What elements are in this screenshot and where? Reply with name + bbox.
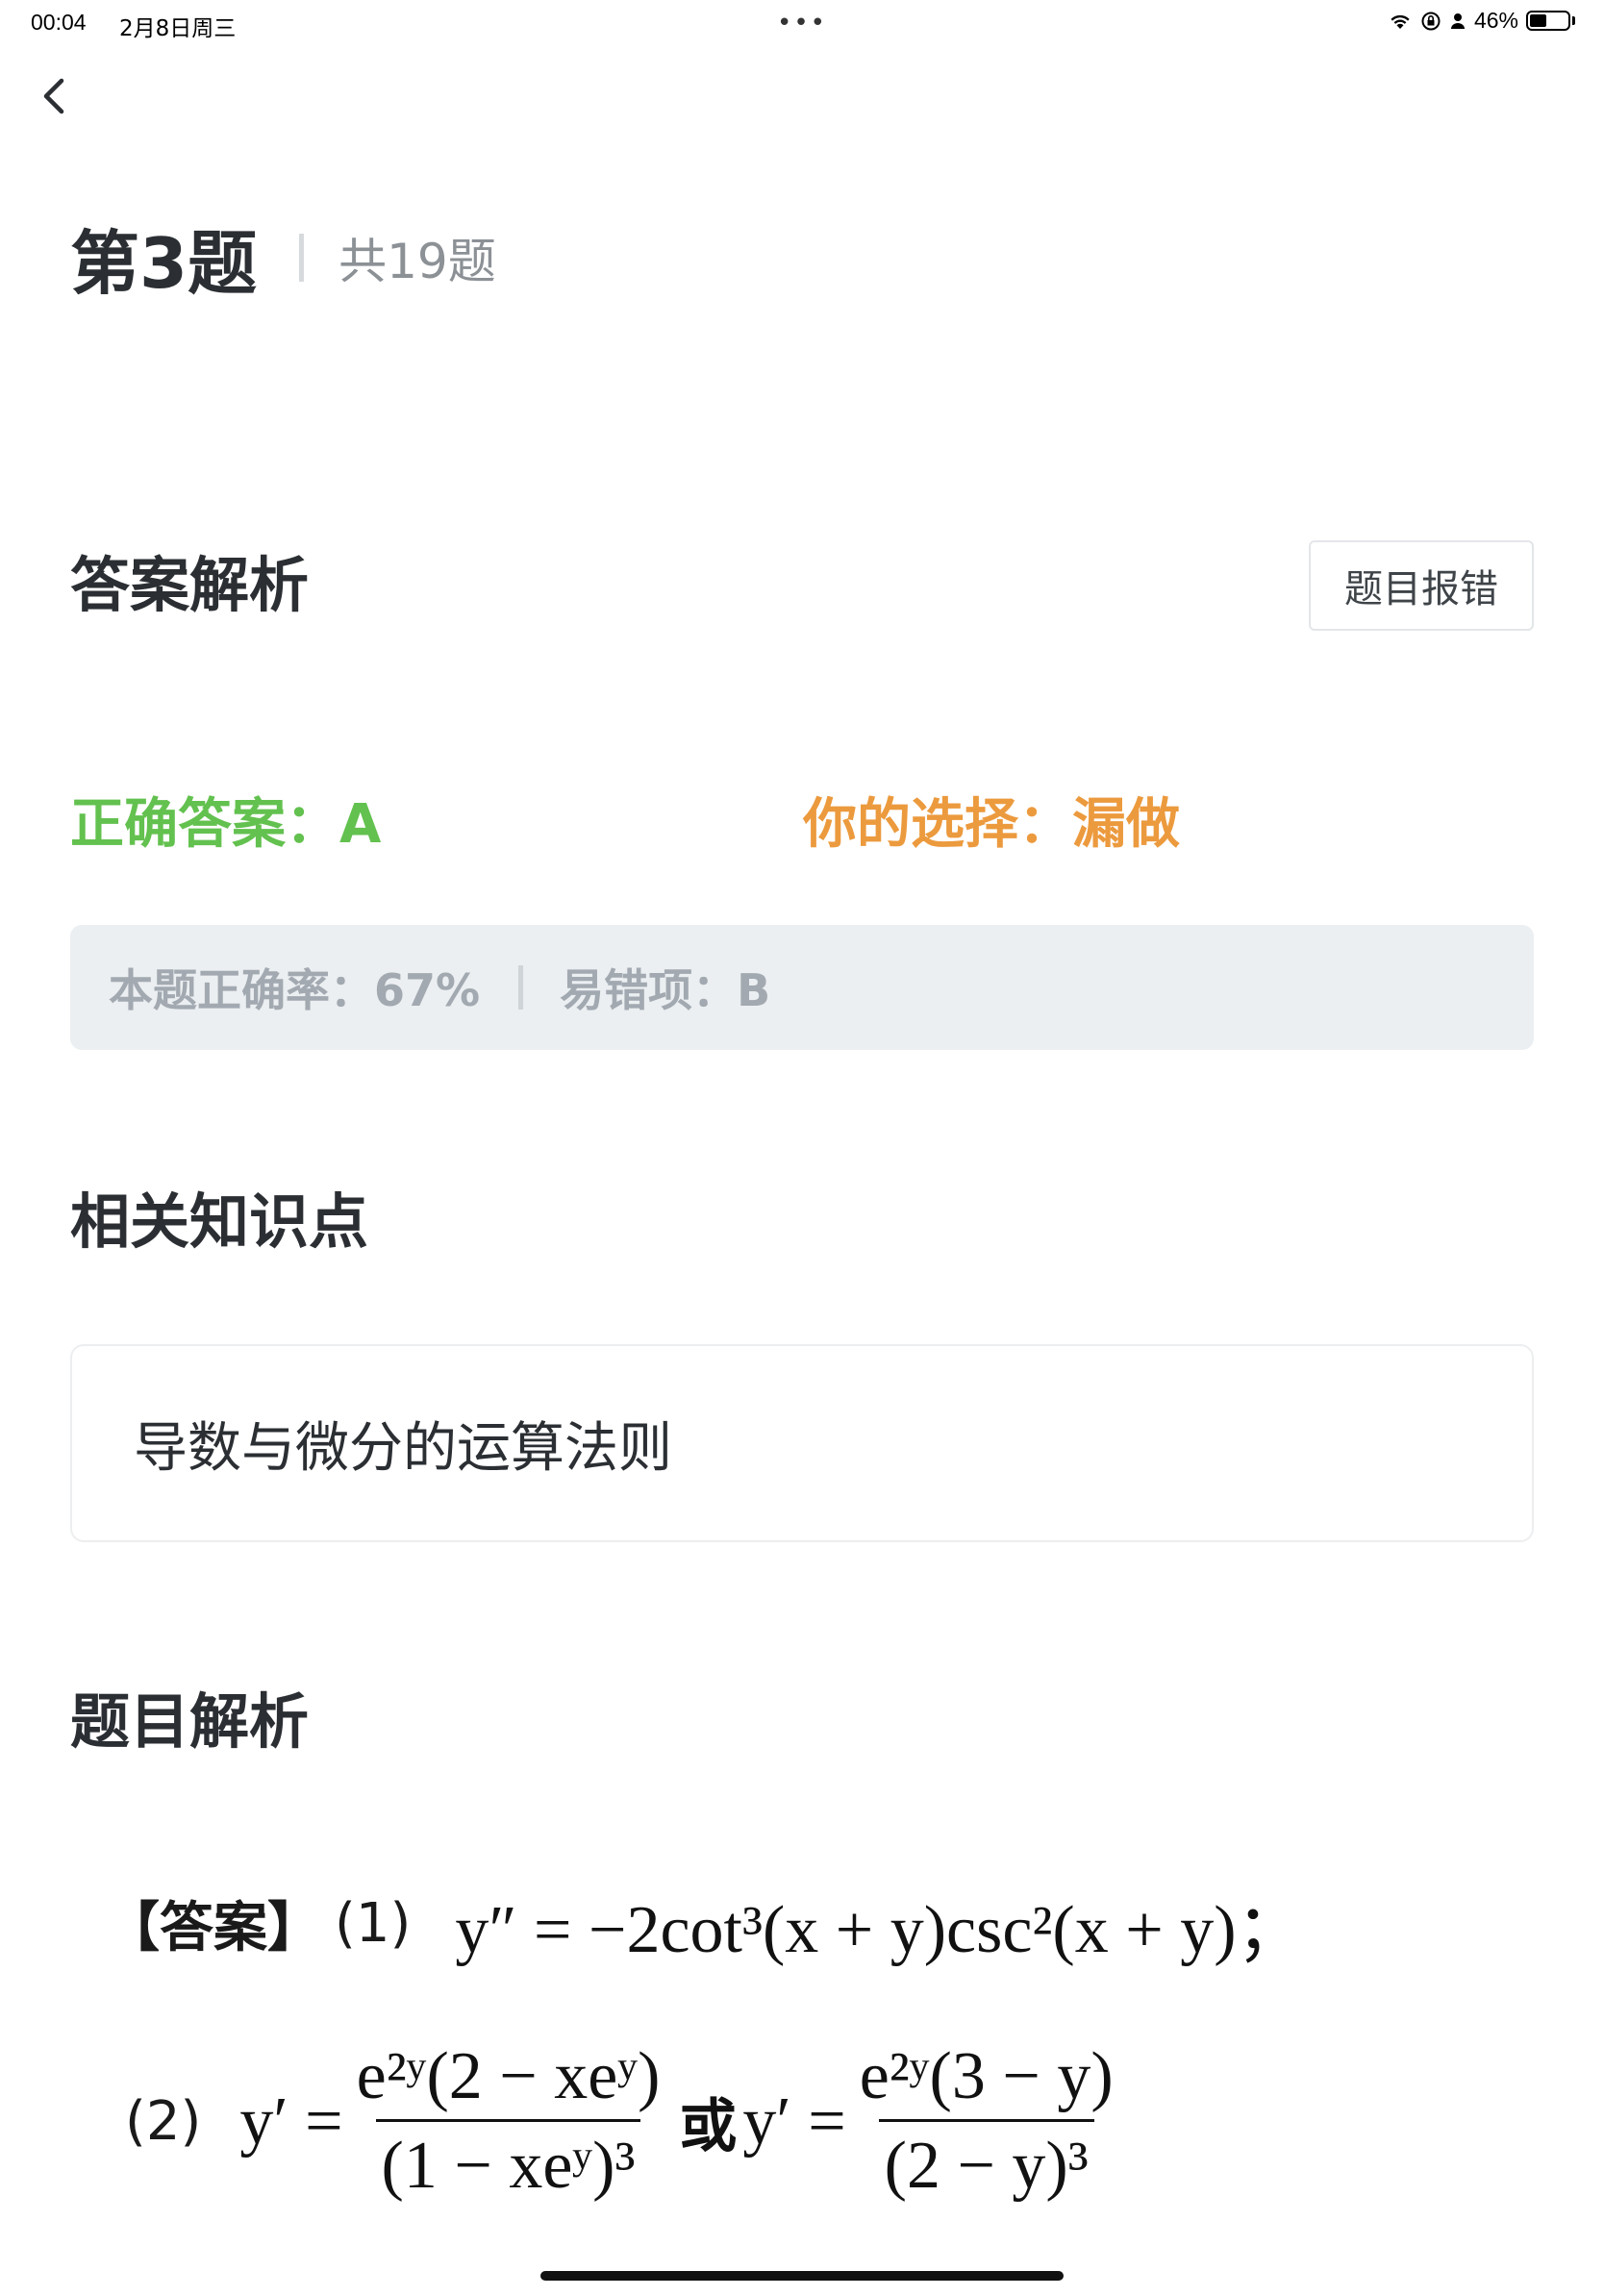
part-1-formula: y″ = −2cot³(x + y)csc²(x + y)； [455, 1893, 1304, 1967]
status-date: 2月8日周三 [119, 16, 237, 41]
fraction-1-numerator: e²ʸ(2 − xeʸ) [356, 2039, 661, 2113]
part-2-label: (2) [125, 2090, 202, 2153]
person-icon [1450, 12, 1465, 29]
report-error-button[interactable]: 题目报错 [1309, 540, 1534, 631]
status-bar: 00:04 2月8日周三 ••• 46% [0, 0, 1604, 46]
orientation-lock-icon [1421, 12, 1441, 30]
status-right: 46% [1388, 8, 1575, 34]
wifi-icon [1391, 14, 1410, 29]
answer-part-2: (2) y′ = e²ʸ(2 − xeʸ) (1 − xeʸ)³ 或 y′ = … [125, 2038, 1127, 2205]
battery-fill [1530, 14, 1547, 27]
stats-divider [518, 965, 524, 1010]
your-choice: 你的选择：漏做 [803, 793, 1180, 856]
battery-cap [1572, 16, 1575, 25]
part-2-lhs: y′ = [239, 2084, 343, 2159]
back-button[interactable] [35, 72, 73, 120]
multitasking-dots[interactable]: ••• [777, 9, 827, 37]
fraction-2: e²ʸ(3 − y) (2 − y)³ [854, 2038, 1119, 2205]
fraction-1: e²ʸ(2 − xeʸ) (1 − xeʸ)³ [351, 2038, 666, 2205]
battery-percent: 46% [1473, 8, 1518, 33]
answer-analysis-title: 答案解析 [70, 550, 310, 620]
chevron-left-icon [43, 78, 64, 114]
accuracy-rate: 本题正确率：67% [109, 964, 481, 1016]
fraction-1-denominator: (1 − xeʸ)³ [375, 2119, 641, 2205]
question-number: 第3题 [70, 223, 258, 304]
common-wrong-option: 易错项：B [560, 964, 771, 1016]
knowledge-point-card[interactable]: 导数与微分的运算法则 [70, 1344, 1534, 1542]
question-header: 第3题 共19题 [70, 207, 496, 308]
stats-box: 本题正确率：67% 易错项：B [70, 925, 1534, 1050]
question-analysis-title: 题目解析 [70, 1686, 310, 1757]
status-time: 00:04 [31, 10, 87, 35]
home-indicator[interactable] [540, 2271, 1064, 2281]
part-2-lhs-alt: y′ = [742, 2084, 846, 2159]
answer-tag: 【答案】 [106, 1897, 321, 1959]
correct-answer: 正确答案：A [70, 793, 382, 856]
part-1-label: (1) [335, 1892, 412, 1955]
fraction-2-numerator: e²ʸ(3 − y) [859, 2039, 1114, 2113]
or-word: 或 [679, 2093, 738, 2160]
answer-part-1: 【答案】 (1) y″ = −2cot³(x + y)csc²(x + y)； [106, 1875, 1304, 1972]
question-total: 共19题 [338, 233, 496, 289]
battery-icon [1526, 11, 1570, 31]
knowledge-point-label: 导数与微分的运算法则 [134, 1416, 672, 1480]
knowledge-points-title: 相关知识点 [70, 1186, 369, 1257]
fraction-2-denominator: (2 − y)³ [878, 2119, 1094, 2205]
header-divider [299, 233, 305, 282]
